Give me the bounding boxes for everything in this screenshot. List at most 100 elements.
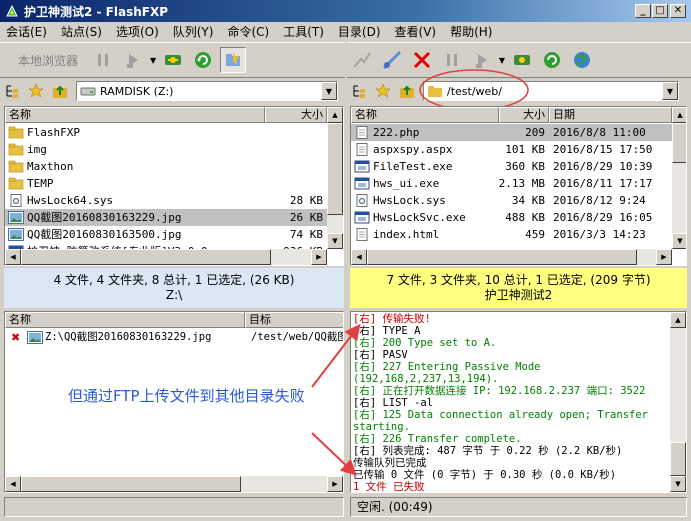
- left-horizontal-scrollbar[interactable]: ◀ ▶: [5, 249, 327, 265]
- queue-row[interactable]: ✖ Z:\QQ截图20160830163229.jpg /test/web/QQ…: [5, 329, 343, 346]
- column-header-name[interactable]: 名称: [351, 107, 499, 123]
- favorites-star-icon[interactable]: [26, 78, 46, 104]
- scroll-up-icon[interactable]: ▲: [672, 107, 686, 123]
- file-row[interactable]: hws_ui.exe 2.13 MB 2016/8/11 17:17: [351, 175, 686, 192]
- menu-commands[interactable]: 命令(C): [221, 23, 277, 40]
- file-row[interactable]: HwsLock.sys 34 KB 2016/8/12 9:24: [351, 192, 686, 209]
- chevron-down-icon[interactable]: ▼: [321, 82, 337, 100]
- right-file-list[interactable]: 名称 大小 日期 222.php 209 2016/8/8 11:00 aspxspy…: [350, 106, 687, 266]
- file-size: 101 KB: [505, 143, 545, 156]
- parent-folder-icon[interactable]: [397, 78, 417, 104]
- title-bar[interactable]: 护卫神测试2 - FlashFXP _ □ ✕: [0, 0, 691, 22]
- file-row[interactable]: HwsLock64.sys 28 KB: [5, 192, 343, 209]
- left-path-combo[interactable]: RAMDISK (Z:) ▼: [76, 81, 338, 101]
- right-path-combo[interactable]: /test/web/ ▼: [423, 81, 679, 101]
- file-name: index.html: [373, 228, 440, 241]
- queue-header-target[interactable]: 目标: [245, 312, 343, 328]
- scroll-right-icon[interactable]: ▶: [327, 476, 343, 492]
- minimize-button[interactable]: _: [635, 4, 651, 18]
- left-status-path: Z:\: [165, 288, 183, 302]
- chevron-down-icon[interactable]: ▼: [662, 82, 678, 100]
- scroll-left-icon[interactable]: ◀: [351, 249, 367, 265]
- maximize-button[interactable]: □: [652, 4, 668, 18]
- file-row[interactable]: QQ截图20160830163500.jpg 74 KB: [5, 226, 343, 243]
- chevron-down-icon[interactable]: ▼: [497, 56, 507, 65]
- tree-view-icon[interactable]: [349, 78, 369, 104]
- file-row[interactable]: index.html 459 2016/3/3 14:23: [351, 226, 686, 243]
- transfer-icon[interactable]: [120, 47, 146, 73]
- menu-queue[interactable]: 队列(Y): [167, 23, 222, 40]
- image-file-icon: [27, 331, 43, 344]
- refresh-icon[interactable]: [190, 47, 216, 73]
- file-name: FlashFXP: [27, 126, 80, 139]
- column-header-date[interactable]: 日期: [549, 107, 672, 123]
- globe-icon[interactable]: [569, 47, 595, 73]
- scroll-thumb[interactable]: [367, 249, 637, 265]
- refresh-multi-icon[interactable]: [509, 47, 535, 73]
- browse-folder-icon[interactable]: [220, 47, 247, 73]
- tree-view-icon[interactable]: [2, 78, 22, 104]
- column-header-size[interactable]: 大小: [265, 107, 327, 123]
- file-size: 2.13 MB: [498, 177, 545, 190]
- column-header-name[interactable]: 名称: [5, 107, 265, 123]
- menu-options[interactable]: 选项(O): [110, 23, 167, 40]
- transfer-icon[interactable]: [469, 47, 495, 73]
- pause-icon[interactable]: [439, 47, 465, 73]
- menu-directory[interactable]: 目录(D): [332, 23, 389, 40]
- scroll-thumb[interactable]: [21, 476, 241, 492]
- file-row[interactable]: FlashFXP: [5, 124, 343, 141]
- scroll-left-icon[interactable]: ◀: [5, 249, 21, 265]
- scroll-thumb[interactable]: [672, 123, 686, 163]
- scroll-left-icon[interactable]: ◀: [5, 476, 21, 492]
- file-row[interactable]: 222.php 209 2016/8/8 11:00: [351, 124, 686, 141]
- file-date: 2016/8/15 17:50: [553, 143, 653, 156]
- column-header-size[interactable]: 大小: [499, 107, 549, 123]
- local-browser-button[interactable]: 本地浏览器: [0, 52, 88, 69]
- right-vertical-scrollbar[interactable]: ▲ ▼: [672, 107, 686, 249]
- left-file-list[interactable]: 名称 大小 FlashFXP img Maxthon TEMP HwsLock64.sy…: [4, 106, 344, 266]
- scroll-right-icon[interactable]: ▶: [656, 249, 672, 265]
- left-vertical-scrollbar[interactable]: ▲ ▼: [327, 107, 343, 249]
- scroll-up-icon[interactable]: ▲: [327, 107, 343, 123]
- favorites-star-icon[interactable]: [373, 78, 393, 104]
- file-row[interactable]: HwsLockSvc.exe 488 KB 2016/8/29 16:05: [351, 209, 686, 226]
- parent-folder-icon[interactable]: [50, 78, 70, 104]
- file-row[interactable]: img: [5, 141, 343, 158]
- file-name: 222.php: [373, 126, 420, 139]
- menu-session[interactable]: 会话(E): [0, 23, 55, 40]
- scroll-down-icon[interactable]: ▼: [672, 233, 686, 249]
- close-button[interactable]: ✕: [670, 4, 686, 18]
- file-row[interactable]: TEMP: [5, 175, 343, 192]
- queue-header-name[interactable]: 名称: [5, 312, 245, 328]
- scroll-down-icon[interactable]: ▼: [327, 233, 343, 249]
- scroll-up-icon[interactable]: ▲: [670, 312, 686, 328]
- menu-tools[interactable]: 工具(T): [277, 23, 332, 40]
- scroll-right-icon[interactable]: ▶: [311, 249, 327, 265]
- menu-help[interactable]: 帮助(H): [444, 23, 500, 40]
- queue-horizontal-scrollbar[interactable]: ◀ ▶: [5, 476, 343, 492]
- connect-icon[interactable]: [349, 47, 375, 73]
- chevron-down-icon[interactable]: ▼: [148, 56, 158, 65]
- pause-icon[interactable]: [90, 47, 116, 73]
- scroll-down-icon[interactable]: ▼: [670, 476, 686, 492]
- right-status-panel: 7 文件, 3 文件夹, 10 总计, 1 已选定, (209 字节) 护卫神测…: [350, 268, 687, 308]
- refresh-icon[interactable]: [539, 47, 565, 73]
- file-row[interactable]: aspxspy.aspx 101 KB 2016/8/15 17:50: [351, 141, 686, 158]
- menu-sites[interactable]: 站点(S): [55, 23, 110, 40]
- menu-view[interactable]: 查看(V): [389, 23, 445, 40]
- scroll-thumb[interactable]: [327, 123, 343, 215]
- scroll-thumb[interactable]: [21, 249, 271, 265]
- refresh-multi-icon[interactable]: [160, 47, 186, 73]
- queue-target: /test/web/QQ截图: [251, 331, 344, 343]
- quick-connect-icon[interactable]: [379, 47, 405, 73]
- file-row[interactable]: QQ截图20160830163229.jpg 26 KB: [5, 209, 343, 226]
- disconnect-icon[interactable]: [409, 47, 435, 73]
- file-size: 360 KB: [505, 160, 545, 173]
- scroll-thumb[interactable]: [670, 442, 686, 476]
- log-line: [右] 正在打开数据连接 IP: 192.168.2.237 端口: 3522: [353, 385, 646, 397]
- session-log[interactable]: [右] 传输失败! [右] TYPE A [右] 200 Type set to A…: [350, 311, 687, 493]
- log-vertical-scrollbar[interactable]: ▲ ▼: [670, 312, 686, 492]
- right-horizontal-scrollbar[interactable]: ◀ ▶: [351, 249, 672, 265]
- file-row[interactable]: FileTest.exe 360 KB 2016/8/29 10:39: [351, 158, 686, 175]
- file-row[interactable]: Maxthon: [5, 158, 343, 175]
